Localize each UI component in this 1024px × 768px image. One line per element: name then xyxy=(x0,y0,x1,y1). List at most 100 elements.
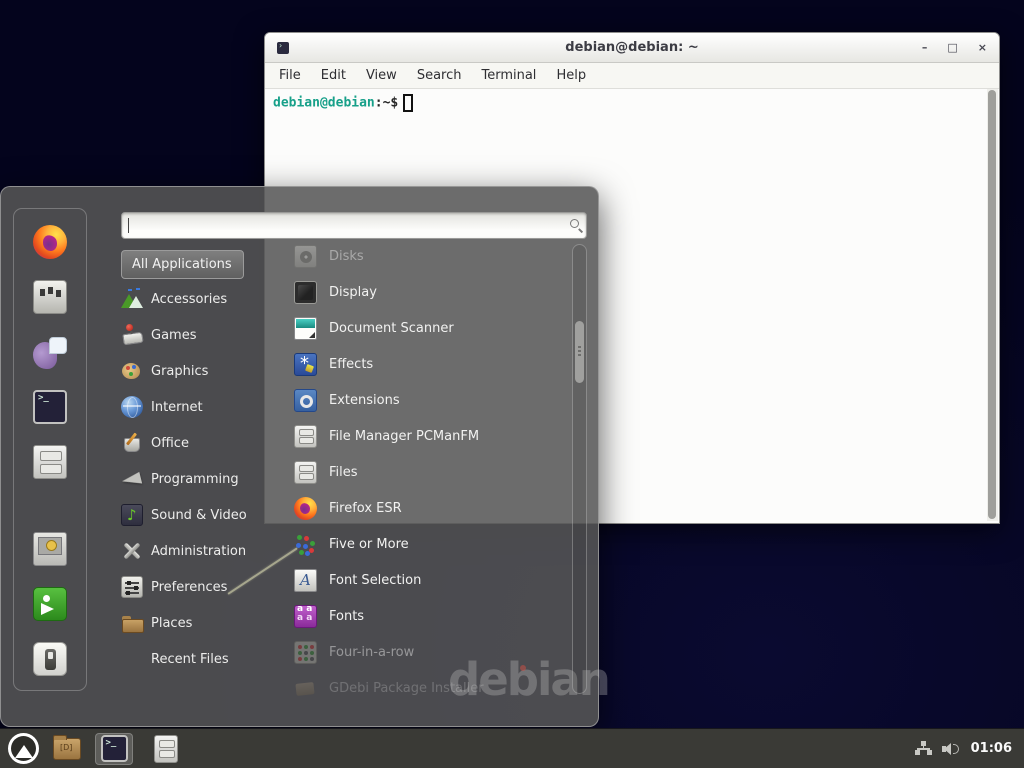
font-selection-icon xyxy=(294,569,317,592)
network-icon-lines xyxy=(917,748,930,750)
application-label: Font Selection xyxy=(329,573,421,588)
terminal-cursor-block xyxy=(403,94,413,112)
shell-prompt: debian@debian:~$ xyxy=(265,89,999,117)
application-label: Document Scanner xyxy=(329,321,454,336)
category-label: Office xyxy=(151,436,189,451)
five-or-more-icon xyxy=(294,533,317,556)
category-label: Internet xyxy=(151,400,203,415)
category-row[interactable]: Administration xyxy=(121,533,271,569)
logout-icon[interactable] xyxy=(33,587,67,621)
application-row[interactable]: File Manager PCManFM xyxy=(272,418,570,454)
application-row[interactable]: Four-in-a-row xyxy=(272,634,570,670)
application-row[interactable]: Extensions xyxy=(272,382,570,418)
file-cabinet-icon[interactable] xyxy=(33,445,67,479)
application-row[interactable]: Files xyxy=(272,454,570,490)
file-cabinet-icon xyxy=(154,735,178,763)
category-label: Recent Files xyxy=(151,652,229,667)
files-icon xyxy=(294,461,317,484)
network-icon[interactable] xyxy=(915,741,932,756)
session-group xyxy=(33,532,67,676)
places-icon xyxy=(121,612,143,634)
category-row[interactable]: Recent Files xyxy=(121,641,271,677)
graphics-icon xyxy=(121,360,143,382)
power-icon[interactable] xyxy=(33,642,67,676)
menubar-item[interactable]: Terminal xyxy=(471,68,546,83)
category-row[interactable]: Graphics xyxy=(121,353,271,389)
application-row[interactable]: Fonts xyxy=(272,598,570,634)
close-icon[interactable]: × xyxy=(978,42,987,54)
category-label: Places xyxy=(151,616,192,631)
category-row[interactable]: Places xyxy=(121,605,271,641)
office-icon xyxy=(121,432,143,454)
terminal-titlebar[interactable]: debian@debian: ~ – □ × xyxy=(265,33,999,63)
menubar-item[interactable]: Help xyxy=(546,68,596,83)
category-label: Programming xyxy=(151,472,239,487)
terminal-title: debian@debian: ~ xyxy=(265,40,999,55)
application-row[interactable]: GDebi Package Installer xyxy=(272,670,570,706)
taskbar-left xyxy=(8,733,185,765)
file-manager-icon xyxy=(294,425,317,448)
maximize-icon[interactable]: □ xyxy=(947,42,957,54)
favorites-sidebar xyxy=(13,208,87,691)
application-label: Files xyxy=(329,465,358,480)
search-input[interactable] xyxy=(121,212,587,239)
settings-panel-icon[interactable] xyxy=(33,280,67,314)
lock-screen-icon[interactable] xyxy=(33,532,67,566)
firefox-icon xyxy=(294,497,317,520)
terminal-icon[interactable] xyxy=(33,390,67,424)
category-row[interactable]: Internet xyxy=(121,389,271,425)
disks-icon xyxy=(294,245,317,268)
extensions-icon xyxy=(294,389,317,412)
document-scanner-icon xyxy=(294,317,317,340)
clock[interactable]: 01:06 xyxy=(971,741,1012,756)
application-list-scrollbar-handle[interactable] xyxy=(575,321,584,383)
effects-icon xyxy=(294,353,317,376)
sound-video-icon xyxy=(121,504,143,526)
firefox-icon[interactable] xyxy=(33,225,67,259)
taskbar-files-button[interactable] xyxy=(147,733,185,765)
taskbar-terminal-window-button[interactable] xyxy=(95,733,133,765)
application-row[interactable]: Five or More xyxy=(272,526,570,562)
menubar-item[interactable]: View xyxy=(356,68,407,83)
category-row[interactable]: Games xyxy=(121,317,271,353)
category-row[interactable]: Accessories xyxy=(121,281,271,317)
search-text-caret xyxy=(128,218,129,233)
category-row[interactable]: Preferences xyxy=(121,569,271,605)
menu-search xyxy=(121,212,587,239)
preferences-icon xyxy=(121,576,143,598)
programming-icon xyxy=(121,468,143,490)
menubar-item[interactable]: File xyxy=(269,68,311,83)
application-row[interactable]: Firefox ESR xyxy=(272,490,570,526)
pidgin-icon[interactable] xyxy=(33,335,67,369)
application-row[interactable]: Display xyxy=(272,274,570,310)
prompt-user: debian@debian xyxy=(273,96,375,111)
file-manager-launcher-icon[interactable] xyxy=(53,738,81,760)
desktop: debian@debian: ~ – □ × FileEditViewSearchT… xyxy=(0,0,1024,768)
menu-button[interactable] xyxy=(8,733,39,764)
application-menu: debian All Applications Accessories xyxy=(0,186,599,727)
category-row[interactable]: Office xyxy=(121,425,271,461)
window-controls: – □ × xyxy=(922,42,987,54)
terminal-scrollbar-handle[interactable] xyxy=(988,90,996,519)
category-label: Graphics xyxy=(151,364,208,379)
menubar-item[interactable]: Edit xyxy=(311,68,356,83)
category-all-applications[interactable]: All Applications xyxy=(121,250,244,279)
application-list-scrollbar[interactable] xyxy=(572,244,587,694)
terminal-scrollbar[interactable] xyxy=(987,89,998,521)
four-in-a-row-icon xyxy=(294,641,317,664)
application-row[interactable]: Effects xyxy=(272,346,570,382)
category-row[interactable]: Programming xyxy=(121,461,271,497)
application-label: GDebi Package Installer xyxy=(329,681,484,696)
application-label: File Manager PCManFM xyxy=(329,429,479,444)
category-label: Preferences xyxy=(151,580,227,595)
favorites-group xyxy=(33,225,67,479)
volume-icon[interactable] xyxy=(942,741,961,757)
search-icon xyxy=(570,219,579,228)
menubar-item[interactable]: Search xyxy=(407,68,472,83)
category-row[interactable]: Sound & Video xyxy=(121,497,271,533)
application-row[interactable]: Font Selection xyxy=(272,562,570,598)
administration-icon xyxy=(121,540,143,562)
minimize-icon[interactable]: – xyxy=(922,42,928,54)
application-row[interactable]: Disks xyxy=(272,238,570,274)
application-row[interactable]: Document Scanner xyxy=(272,310,570,346)
